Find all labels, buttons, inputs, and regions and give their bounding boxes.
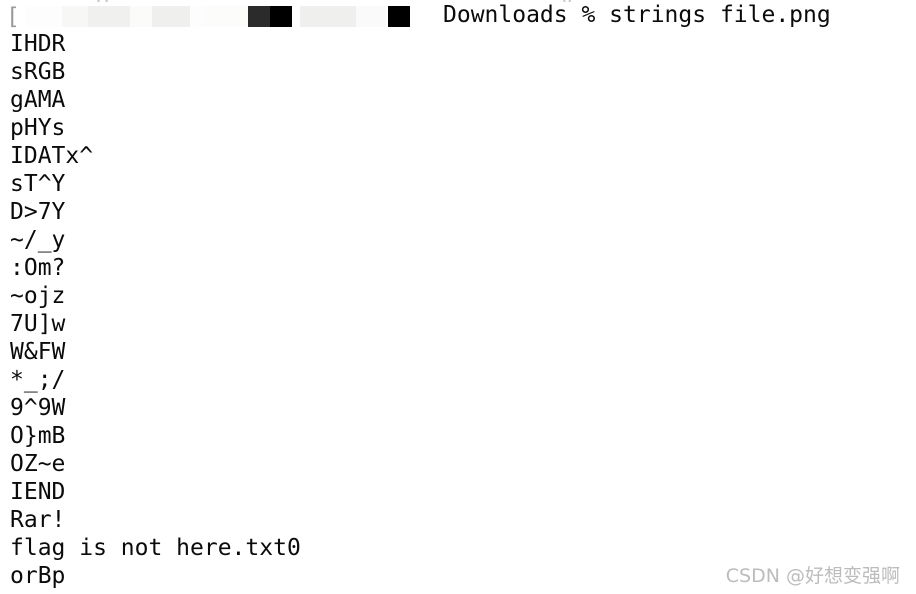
redaction-block-0 bbox=[26, 6, 62, 27]
redaction-block-9 bbox=[300, 6, 356, 27]
redaction-block-7 bbox=[248, 6, 270, 27]
output-line: *_;/ bbox=[10, 367, 66, 393]
csdn-watermark: CSDN @好想变强啊 bbox=[725, 565, 900, 587]
output-line: sT^Y bbox=[10, 171, 66, 197]
output-line: O}mB bbox=[10, 423, 66, 449]
redaction-block-11 bbox=[388, 6, 410, 27]
redaction-block-1 bbox=[62, 6, 88, 27]
output-line: sRGB bbox=[10, 59, 66, 85]
output-line: 7U]w bbox=[10, 311, 66, 337]
output-line: gAMA bbox=[10, 87, 66, 113]
redaction-block-8 bbox=[270, 6, 292, 27]
output-line: flag is not here.txt0 bbox=[10, 535, 301, 561]
output-line: Rar! bbox=[10, 507, 66, 533]
output-line: IDATx^ bbox=[10, 143, 94, 169]
redaction-block-10 bbox=[356, 6, 386, 27]
redaction-block-2 bbox=[88, 6, 130, 27]
strings-output: IHDR sRGB gAMA pHYs IDATx^ sT^Y D>7Y ~/_y:Om? ~o… bbox=[10, 30, 890, 590]
output-line: 9^9W bbox=[10, 395, 66, 421]
output-line: ~ojz bbox=[10, 283, 66, 309]
output-line: ~/_y bbox=[10, 227, 66, 253]
output-line: IHDR bbox=[10, 31, 66, 57]
prompt-line: [ Downloads % strings file.png bbox=[0, 0, 916, 32]
redaction-block-5 bbox=[202, 6, 248, 27]
command-text: Downloads % strings file.png bbox=[443, 2, 831, 28]
output-line: OZ~e bbox=[10, 451, 66, 477]
output-line: D>7Y bbox=[10, 199, 66, 225]
terminal-window: .g...,y. [ Downloads % strings file.png … bbox=[0, 0, 916, 594]
prompt-bracket: [ bbox=[6, 4, 20, 30]
output-line: W&FW bbox=[10, 339, 66, 365]
redaction-block-6 bbox=[152, 6, 190, 27]
output-line: pHYs bbox=[10, 115, 66, 141]
output-line: :Om? bbox=[10, 255, 66, 281]
output-line: IEND bbox=[10, 479, 66, 505]
